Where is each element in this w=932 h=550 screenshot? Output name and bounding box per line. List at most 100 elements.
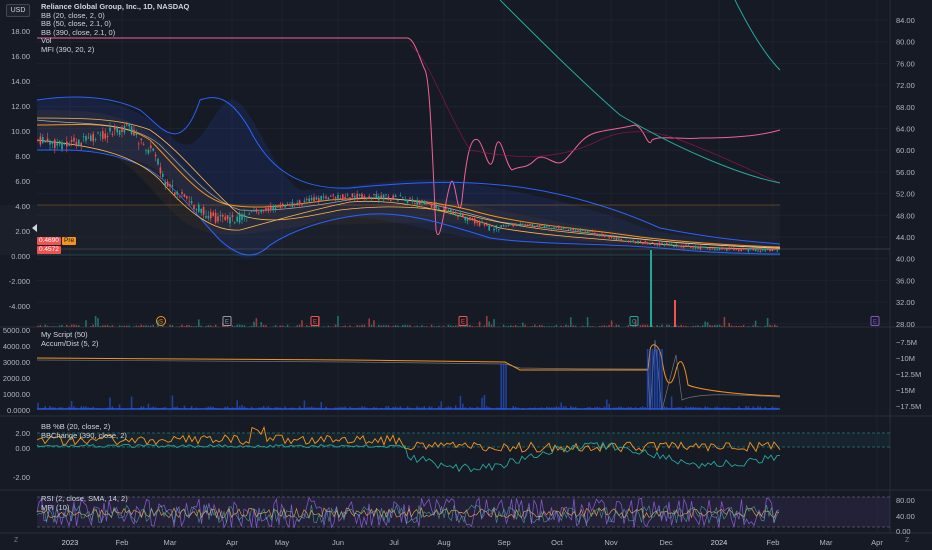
volume-bar [774,324,776,327]
script-bar [80,406,82,409]
volume-bar [171,325,174,327]
candle-body [759,250,762,252]
script-bar [654,349,656,409]
script-bar [164,407,166,409]
script-bar [68,406,70,409]
candle-body [682,246,685,248]
candle-body [366,197,368,199]
script-bar [553,407,555,409]
candle-body [476,221,478,223]
candle-body [231,215,234,218]
candle-body [248,213,250,215]
legend-accum-dist[interactable]: Accum/Dist (5, 2) [41,339,99,349]
candle-body [752,248,754,251]
script-bar [387,406,390,409]
script-bar [474,408,476,409]
script-bar [54,407,56,409]
candle-body [94,139,97,140]
time-axis-label: 2023 [62,538,79,547]
time-axis-label: Jul [389,538,399,547]
candle-body [42,137,44,143]
candle-body [517,225,519,226]
left-axis-label: 8.00 [15,152,30,161]
script-bar [757,406,759,409]
script-bar [270,407,272,409]
volume-bar [603,325,606,327]
candle-body [277,206,279,208]
legend-mfi[interactable]: MFI (390, 20, 2) [41,45,189,55]
candle-body [658,242,661,246]
script-bar [349,406,351,409]
script-bar [769,408,771,409]
candle-body [318,198,320,201]
zoom-left-icon[interactable]: Z [14,537,18,544]
volume-bar [409,325,411,327]
script-bar [687,407,690,409]
candle-body [49,140,51,145]
candle-body [58,140,61,145]
legend-mfi-10[interactable]: MFI (10) [41,503,128,513]
script-bar [246,407,248,409]
candle-body [750,248,752,250]
script-bar [205,407,207,409]
candle-body [697,247,699,249]
candle-body [572,228,574,231]
candle-body [380,195,382,198]
script-bar [692,406,694,409]
volume-bar [702,325,704,327]
zoom-right-icon[interactable]: Z [905,537,909,544]
candle-body [670,243,673,246]
candle-body [462,213,464,218]
script-bar [390,408,392,409]
volume-bar [416,325,418,327]
candle-body [601,234,603,236]
candle-body [339,198,342,199]
volume-bar [531,326,534,327]
candle-body [262,210,265,212]
script-bar [560,402,562,409]
candle-body [56,143,58,146]
volume-bar [200,325,202,327]
candle-body [97,132,99,134]
candle-body [430,203,433,208]
script-bar [368,408,370,409]
script-bar [267,406,270,409]
script-bar [78,408,80,409]
volume-bar [49,326,51,327]
script-bar [601,408,603,409]
right-price-axis[interactable]: 84.00 80.00 76.00 72.00 68.00 64.00 60.00 56.00… [896,16,915,329]
candle-body [193,205,195,210]
legend-bb-change[interactable]: BBChange (390, close, 2) [41,431,127,441]
volume-bar [382,325,385,327]
script-bar [421,407,423,409]
currency-button[interactable]: USD [6,4,30,17]
script-bar [236,400,238,409]
volume-bar [514,325,517,327]
volume-bar [78,325,80,327]
candle-body [546,225,548,227]
script-bar [397,407,399,409]
volume-bar [214,324,217,327]
script-bar [106,407,109,409]
candle-body [459,213,462,217]
chart-canvas[interactable]: S E E E C E 18.00 16.00 14.00 12.00 10.00 8.00 6.00… [0,0,932,550]
volume-bar [54,326,56,327]
volume-bar [517,326,519,327]
right-axis-label: 48.00 [896,211,915,220]
candle-body [603,235,606,237]
script-bar [663,406,666,409]
script-bar [385,406,387,409]
volume-bar [99,325,102,327]
candle-body [414,203,416,204]
script-bar [486,406,488,409]
volume-bar [644,324,646,327]
legend-bb-390[interactable]: BB (390, close, 2.1, 0) [41,28,189,38]
candle-body [454,213,457,216]
right-axis-label: 52.00 [896,190,915,199]
candle-body [44,141,46,143]
script-bar [423,406,426,409]
rsi-band [37,497,890,527]
candle-body [325,196,327,199]
script-bar [238,406,241,409]
script-bar [75,407,78,409]
